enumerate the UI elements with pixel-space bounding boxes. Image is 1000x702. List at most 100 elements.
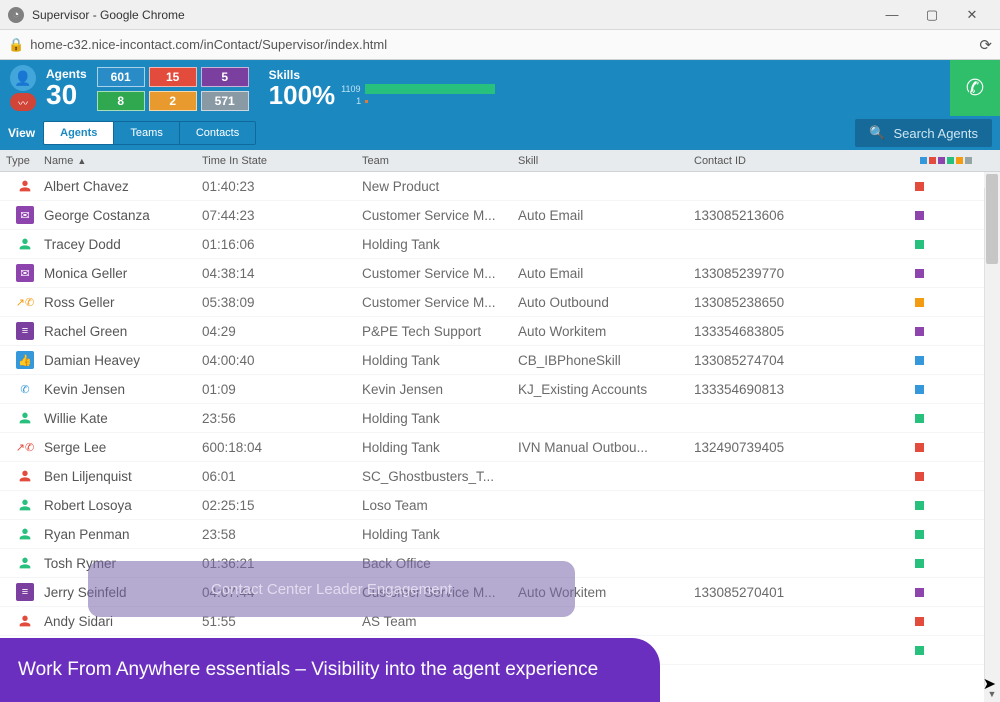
cell-name: Ben Liljenquist: [44, 469, 202, 484]
table-row[interactable]: Tracey Dodd01:16:06Holding Tank: [0, 230, 1000, 259]
cell-skill: Auto Workitem: [518, 324, 694, 339]
cell-team: Holding Tank: [362, 440, 518, 455]
cell-skill: IVN Manual Outbou...: [518, 440, 694, 455]
table-row[interactable]: ↗✆Serge Lee600:18:04Holding TankIVN Manu…: [0, 433, 1000, 462]
agent-unavailable-icon: [16, 467, 34, 485]
agent-state-cell[interactable]: 601: [97, 67, 145, 87]
cell-time: 07:44:23: [202, 208, 362, 223]
reload-icon[interactable]: ⟳: [979, 36, 992, 54]
col-header-type[interactable]: Type: [0, 155, 44, 167]
call-button[interactable]: ✆: [950, 60, 1000, 116]
cell-indicator: [894, 527, 984, 542]
agents-count: 30: [46, 81, 77, 109]
table-row[interactable]: ✆Kevin Jensen01:09Kevin JensenKJ_Existin…: [0, 375, 1000, 404]
cell-name: Willie Kate: [44, 411, 202, 426]
window-title: Supervisor - Google Chrome: [32, 8, 872, 22]
phone-icon: ✆: [16, 380, 34, 398]
table-row[interactable]: ✉Monica Geller04:38:14Customer Service M…: [0, 259, 1000, 288]
table-row[interactable]: Albert Chavez01:40:23New Product: [0, 172, 1000, 201]
table-row[interactable]: Ryan Penman23:58Holding Tank: [0, 520, 1000, 549]
agent-state-cell[interactable]: 5: [201, 67, 249, 87]
email-icon: ✉: [16, 264, 34, 282]
table-row[interactable]: ↗✆Ross Geller05:38:09Customer Service M.…: [0, 288, 1000, 317]
agent-state-cell[interactable]: 571: [201, 91, 249, 111]
cell-contact: 133085274704: [694, 353, 894, 368]
col-header-skill[interactable]: Skill: [518, 155, 694, 167]
table-row[interactable]: ✉George Costanza07:44:23Customer Service…: [0, 201, 1000, 230]
cell-indicator: [894, 324, 984, 339]
cell-team: Holding Tank: [362, 237, 518, 252]
cell-name: George Costanza: [44, 208, 202, 223]
tab-agents[interactable]: Agents: [44, 122, 114, 144]
user-avatar-icon[interactable]: 👤: [10, 65, 36, 91]
table-row[interactable]: Willie Kate23:56Holding Tank: [0, 404, 1000, 433]
col-header-time[interactable]: Time In State: [202, 155, 362, 167]
overlay-pill: Contact Center Leader Engagement: [88, 561, 575, 617]
col-header-team[interactable]: Team: [362, 155, 518, 167]
cell-name: Ross Geller: [44, 295, 202, 310]
cell-contact: 133085239770: [694, 266, 894, 281]
url-text[interactable]: home-c32.nice-incontact.com/inContact/Su…: [30, 37, 971, 52]
cell-team: Holding Tank: [362, 411, 518, 426]
agent-state-grid: 601155 82571: [97, 67, 249, 111]
agent-state-cell[interactable]: 2: [149, 91, 197, 111]
cell-team: Holding Tank: [362, 353, 518, 368]
cell-skill: Auto Email: [518, 266, 694, 281]
cell-name: Robert Losoya: [44, 498, 202, 513]
table-body: Albert Chavez01:40:23New Product✉George …: [0, 172, 1000, 702]
cell-indicator: [894, 469, 984, 484]
workitem-icon: ≡: [16, 583, 34, 601]
cell-team: New Product: [362, 179, 518, 194]
cell-time: 06:01: [202, 469, 362, 484]
tab-teams[interactable]: Teams: [114, 122, 179, 144]
cell-indicator: [894, 643, 984, 658]
status-badge-icon[interactable]: 〰: [10, 93, 36, 111]
agent-state-cell[interactable]: 15: [149, 67, 197, 87]
view-bar: View AgentsTeamsContacts 🔍 Search Agents: [0, 116, 1000, 150]
agent-state-cell[interactable]: 8: [97, 91, 145, 111]
caption-banner: Work From Anywhere essentials – Visibili…: [0, 638, 660, 702]
agent-unavailable-icon: [16, 177, 34, 195]
agent-available-icon: [16, 235, 34, 253]
col-header-name[interactable]: Name▲: [44, 155, 202, 167]
table-row[interactable]: ≡Rachel Green04:29P&PE Tech SupportAuto …: [0, 317, 1000, 346]
cell-time: 01:40:23: [202, 179, 362, 194]
table-row[interactable]: Robert Losoya02:25:15Loso Team: [0, 491, 1000, 520]
cell-skill: Auto Outbound: [518, 295, 694, 310]
search-icon: 🔍: [869, 125, 885, 141]
scrollbar-thumb[interactable]: [986, 174, 998, 264]
cell-indicator: [894, 353, 984, 368]
mouse-cursor-icon: ➤: [983, 674, 996, 694]
cell-time: 02:25:15: [202, 498, 362, 513]
window-maximize-button[interactable]: ▢: [912, 0, 952, 30]
app-header: 👤 〰 Agents 30 60115582571 Skills 100% 11…: [0, 60, 1000, 116]
cell-name: Tracey Dodd: [44, 237, 202, 252]
cell-contact: 133085213606: [694, 208, 894, 223]
profile-badges[interactable]: 👤 〰: [10, 65, 36, 111]
cell-skill: KJ_Existing Accounts: [518, 382, 694, 397]
cell-team: Loso Team: [362, 498, 518, 513]
callback-icon: 👍: [16, 351, 34, 369]
window-close-button[interactable]: ✕: [952, 0, 992, 30]
agent-available-icon: [16, 554, 34, 572]
cell-indicator: [894, 237, 984, 252]
col-header-contact[interactable]: Contact ID: [694, 155, 894, 167]
table-row[interactable]: 👍Damian Heavey04:00:40Holding TankCB_IBP…: [0, 346, 1000, 375]
tab-contacts[interactable]: Contacts: [180, 122, 255, 144]
cell-name: Monica Geller: [44, 266, 202, 281]
table-row[interactable]: Ben Liljenquist06:01SC_Ghostbusters_T...: [0, 462, 1000, 491]
window-minimize-button[interactable]: —: [872, 0, 912, 30]
sort-asc-icon: ▲: [77, 156, 86, 166]
agent-unavailable-icon: [16, 612, 34, 630]
cell-contact: 132490739405: [694, 440, 894, 455]
search-agents-box[interactable]: 🔍 Search Agents: [855, 119, 992, 147]
cell-indicator: [894, 179, 984, 194]
cell-indicator: [894, 498, 984, 513]
cell-team: P&PE Tech Support: [362, 324, 518, 339]
cell-indicator: [894, 208, 984, 223]
skills-bar-bottom: [365, 100, 495, 103]
workitem-icon: ≡: [16, 322, 34, 340]
cell-name: Rachel Green: [44, 324, 202, 339]
caption-banner-text: Work From Anywhere essentials – Visibili…: [18, 659, 598, 681]
cell-skill: CB_IBPhoneSkill: [518, 353, 694, 368]
